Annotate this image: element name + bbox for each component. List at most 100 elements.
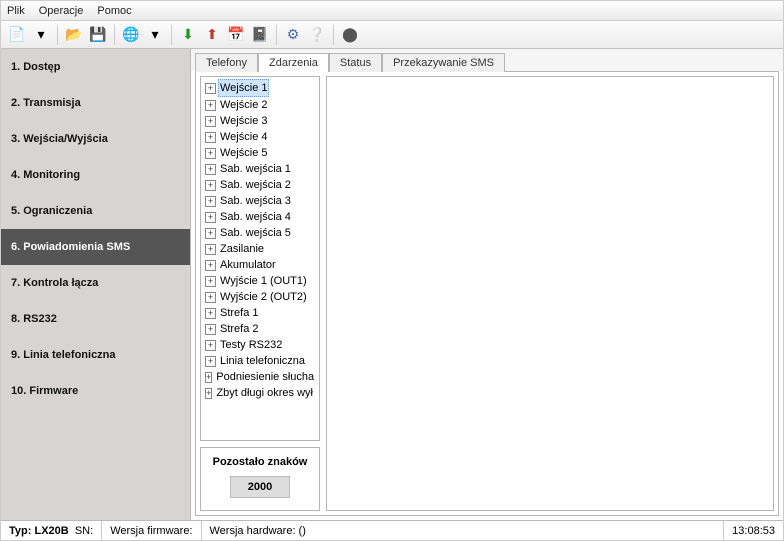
tree-item-label: Zasilanie [218, 241, 266, 257]
tree-item[interactable]: +Podniesienie słucha [203, 369, 317, 385]
tree-item[interactable]: +Wejście 4 [203, 129, 317, 145]
sidebar-item-io[interactable]: 3. Wejścia/Wyjścia [1, 121, 190, 157]
tree-item[interactable]: +Linia telefoniczna [203, 353, 317, 369]
tree-item-label: Sab. wejścia 1 [218, 161, 293, 177]
tree-item-label: Linia telefoniczna [218, 353, 307, 369]
sidebar-item-transmission[interactable]: 2. Transmisja [1, 85, 190, 121]
new-icon[interactable]: 📄 [7, 25, 27, 45]
expand-icon[interactable]: + [205, 132, 216, 143]
book-icon[interactable]: 📓 [250, 25, 270, 45]
tree-item-label: Wejście 1 [218, 79, 269, 97]
sidebar-item-monitoring[interactable]: 4. Monitoring [1, 157, 190, 193]
tree-item-label: Sab. wejścia 2 [218, 177, 293, 193]
tree-item[interactable]: +Wejście 5 [203, 145, 317, 161]
tree-item[interactable]: +Akumulator [203, 257, 317, 273]
menu-help[interactable]: Pomoc [97, 5, 131, 17]
toolbar-divider [276, 25, 277, 45]
tree-item[interactable]: +Zasilanie [203, 241, 317, 257]
expand-icon[interactable]: + [205, 244, 216, 255]
gear-icon[interactable]: ⚙ [283, 25, 303, 45]
expand-icon[interactable]: + [205, 356, 216, 367]
tab-status[interactable]: Status [329, 53, 382, 72]
tree-item-label: Strefa 1 [218, 305, 261, 321]
expand-icon[interactable]: + [205, 292, 216, 303]
expand-icon[interactable]: + [205, 83, 216, 94]
expand-icon[interactable]: + [205, 228, 216, 239]
dropdown-icon[interactable]: ▾ [145, 25, 165, 45]
toolbar-divider [171, 25, 172, 45]
tree-item[interactable]: +Sab. wejścia 2 [203, 177, 317, 193]
sidebar: 1. Dostęp 2. Transmisja 3. Wejścia/Wyjśc… [1, 49, 191, 520]
globe-icon[interactable]: 🌐 [121, 25, 141, 45]
menubar: Plik Operacje Pomoc [1, 1, 783, 21]
expand-icon[interactable]: + [205, 388, 212, 399]
tree-item-label: Zbyt długi okres wył [214, 385, 315, 401]
tree-item[interactable]: +Wejście 3 [203, 113, 317, 129]
open-icon[interactable]: 📂 [64, 25, 84, 45]
tree-item[interactable]: +Sab. wejścia 5 [203, 225, 317, 241]
tree-item-label: Wejście 4 [218, 129, 269, 145]
tree-item[interactable]: +Sab. wejścia 3 [203, 193, 317, 209]
expand-icon[interactable]: + [205, 164, 216, 175]
expand-icon[interactable]: + [205, 116, 216, 127]
sidebar-item-access[interactable]: 1. Dostęp [1, 49, 190, 85]
tree-item[interactable]: +Strefa 1 [203, 305, 317, 321]
event-tree[interactable]: +Wejście 1+Wejście 2+Wejście 3+Wejście 4… [200, 76, 320, 441]
tab-phones[interactable]: Telefony [195, 53, 258, 72]
expand-icon[interactable]: + [205, 148, 216, 159]
sphere-icon[interactable]: ⬤ [340, 25, 360, 45]
status-type: Typ: LX20B SN: [1, 521, 102, 540]
tree-item-label: Wyjście 1 (OUT1) [218, 273, 309, 289]
expand-icon[interactable]: + [205, 180, 216, 191]
tree-item[interactable]: +Wejście 2 [203, 97, 317, 113]
tree-item[interactable]: +Sab. wejścia 1 [203, 161, 317, 177]
menu-file[interactable]: Plik [7, 5, 25, 17]
expand-icon[interactable]: + [205, 324, 216, 335]
event-detail-panel [326, 76, 774, 511]
statusbar: Typ: LX20B SN: Wersja firmware: Wersja h… [1, 520, 783, 540]
sep-icon: ▾ [31, 25, 51, 45]
tree-item[interactable]: +Sab. wejścia 4 [203, 209, 317, 225]
expand-icon[interactable]: + [205, 100, 216, 111]
status-clock: 13:08:53 [724, 521, 783, 540]
calendar-icon[interactable]: 📅 [226, 25, 246, 45]
expand-icon[interactable]: + [205, 372, 212, 383]
expand-icon[interactable]: + [205, 276, 216, 287]
expand-icon[interactable]: + [205, 340, 216, 351]
sidebar-item-firmware[interactable]: 10. Firmware [1, 373, 190, 409]
tree-item[interactable]: +Wyjście 2 (OUT2) [203, 289, 317, 305]
tree-item-label: Strefa 2 [218, 321, 261, 337]
tab-forwarding[interactable]: Przekazywanie SMS [382, 53, 505, 72]
status-fw: Wersja firmware: [102, 521, 201, 540]
status-type-label: Typ: [9, 525, 31, 537]
content-area: Telefony Zdarzenia Status Przekazywanie … [191, 49, 783, 520]
tab-events[interactable]: Zdarzenia [258, 53, 329, 72]
help-icon[interactable]: ❔ [307, 25, 327, 45]
chars-left-panel: Pozostało znaków 2000 [200, 447, 320, 511]
toolbar-divider [57, 25, 58, 45]
expand-icon[interactable]: + [205, 308, 216, 319]
sidebar-item-sms[interactable]: 6. Powiadomienia SMS [1, 229, 190, 265]
expand-icon[interactable]: + [205, 196, 216, 207]
tree-item[interactable]: +Strefa 2 [203, 321, 317, 337]
download-icon[interactable]: ⬇ [178, 25, 198, 45]
save-icon[interactable]: 💾 [88, 25, 108, 45]
tree-item[interactable]: +Wejście 1 [203, 79, 317, 97]
sidebar-item-phone-line[interactable]: 9. Linia telefoniczna [1, 337, 190, 373]
expand-icon[interactable]: + [205, 260, 216, 271]
sidebar-item-link[interactable]: 7. Kontrola łącza [1, 265, 190, 301]
upload-icon[interactable]: ⬆ [202, 25, 222, 45]
toolbar: 📄 ▾ 📂 💾 🌐 ▾ ⬇ ⬆ 📅 📓 ⚙ ❔ ⬤ [1, 21, 783, 49]
sidebar-item-rs232[interactable]: 8. RS232 [1, 301, 190, 337]
tree-item-label: Wyjście 2 (OUT2) [218, 289, 309, 305]
tree-item[interactable]: +Zbyt długi okres wył [203, 385, 317, 401]
expand-icon[interactable]: + [205, 212, 216, 223]
tree-item-label: Sab. wejścia 4 [218, 209, 293, 225]
tree-item-label: Podniesienie słucha [214, 369, 316, 385]
tree-item[interactable]: +Wyjście 1 (OUT1) [203, 273, 317, 289]
sidebar-item-limits[interactable]: 5. Ograniczenia [1, 193, 190, 229]
menu-operations[interactable]: Operacje [39, 5, 84, 17]
tree-item[interactable]: +Testy RS232 [203, 337, 317, 353]
tree-item-label: Akumulator [218, 257, 278, 273]
status-hw: Wersja hardware: () [202, 521, 725, 540]
